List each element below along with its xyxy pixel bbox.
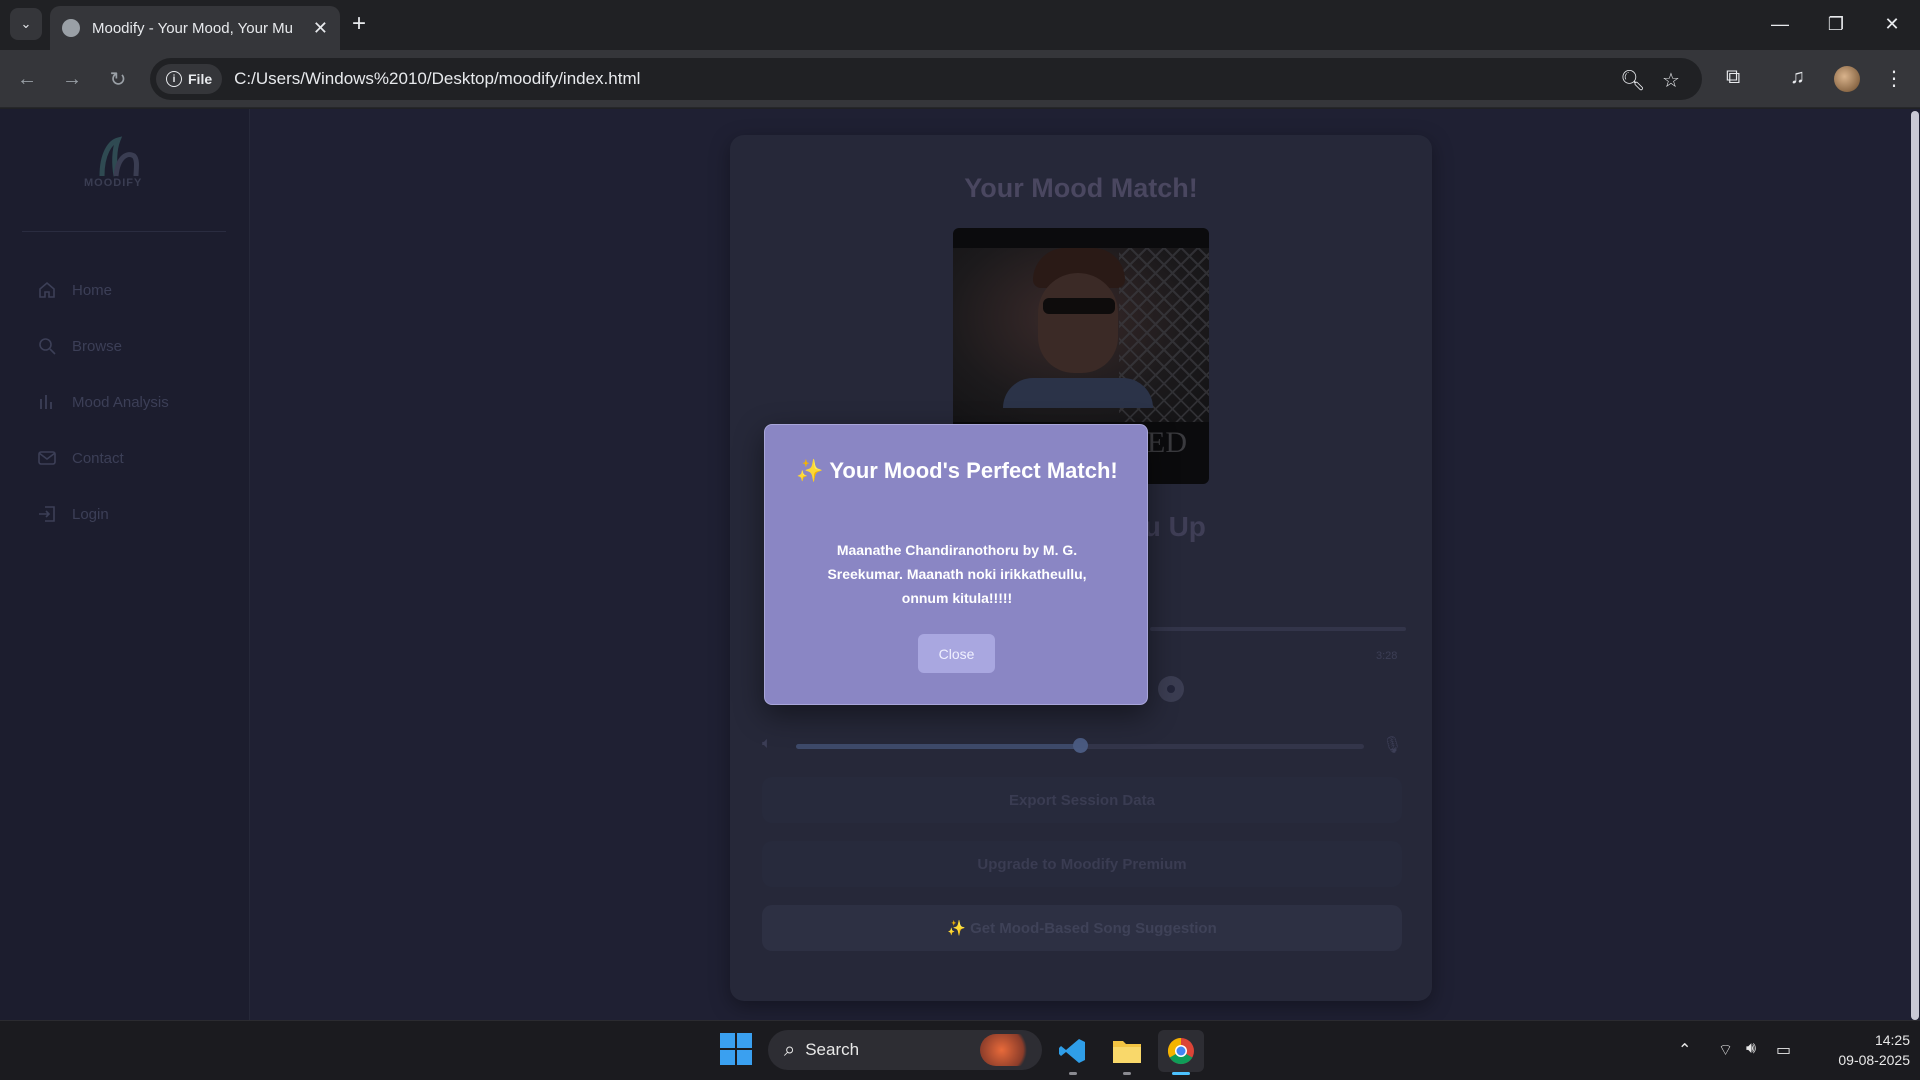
- modal-close-button[interactable]: Close: [918, 634, 995, 673]
- sidebar-item-home[interactable]: Home: [36, 279, 112, 301]
- player-control-button[interactable]: [1158, 676, 1184, 702]
- volume-tray-icon[interactable]: 🔊︎: [1746, 1040, 1756, 1058]
- song-progress-bar[interactable]: [1150, 627, 1406, 631]
- chart-icon: [36, 391, 58, 413]
- sidebar-item-contact[interactable]: Contact: [36, 447, 124, 469]
- vscode-running-indicator: [1069, 1072, 1077, 1075]
- song-suggestion-button[interactable]: ✨ Get Mood-Based Song Suggestion: [762, 905, 1402, 951]
- album-face: [1038, 273, 1118, 373]
- clock-time: 14:25: [1874, 1032, 1910, 1048]
- forward-button[interactable]: →: [57, 64, 87, 94]
- restore-button[interactable]: ❐: [1808, 0, 1864, 48]
- close-window-button[interactable]: ✕: [1864, 0, 1920, 48]
- upgrade-premium-button[interactable]: Upgrade to Moodify Premium: [762, 841, 1402, 887]
- system-clock[interactable]: 14:25 09-08-2025: [1810, 1030, 1910, 1070]
- minimize-button[interactable]: —: [1752, 0, 1808, 48]
- taskbar-search-label: Search: [805, 1040, 860, 1059]
- card-title: Your Mood Match!: [964, 173, 1198, 203]
- reload-button[interactable]: ↻: [103, 64, 133, 94]
- sidebar-item-mood-analysis[interactable]: Mood Analysis: [36, 391, 169, 413]
- info-icon: i: [166, 71, 182, 87]
- new-tab-button[interactable]: +: [352, 10, 366, 38]
- extensions-icon[interactable]: ⧉: [1726, 66, 1740, 89]
- volume-slider-fill: [796, 744, 1080, 749]
- site-chip-label: File: [188, 71, 213, 87]
- tab-title: Moodify - Your Mood, Your Mu: [92, 19, 293, 37]
- close-tab-icon[interactable]: ✕: [313, 18, 328, 39]
- sidebar-item-login[interactable]: Login: [36, 503, 109, 525]
- media-control-icon[interactable]: ♫: [1790, 66, 1805, 89]
- tab-strip: ⌄ Moodify - Your Mood, Your Mu ✕ + — ❐ ✕: [0, 0, 1920, 50]
- window-controls: — ❐ ✕: [1752, 0, 1920, 48]
- sidebar-divider: [22, 231, 226, 232]
- explorer-running-indicator: [1123, 1072, 1131, 1075]
- microphone-icon[interactable]: 🎙︎: [1382, 735, 1402, 755]
- web-page: MOODIFY Home Browse Mood Analysis Contac…: [0, 109, 1920, 1020]
- site-info-chip[interactable]: i File: [156, 64, 223, 94]
- volume-icon[interactable]: 🔈︎: [762, 735, 772, 753]
- address-bar[interactable]: i File C:/Users/Windows%2010/Desktop/moo…: [150, 58, 1702, 100]
- chrome-active-indicator: [1172, 1072, 1190, 1075]
- zoom-icon[interactable]: 🔍︎: [1620, 68, 1645, 93]
- back-button[interactable]: ←: [12, 64, 42, 94]
- search-highlight-art: [980, 1034, 1034, 1066]
- vscode-icon[interactable]: [1050, 1030, 1096, 1072]
- globe-icon: [62, 19, 80, 37]
- wifi-icon[interactable]: ⌔: [1718, 1040, 1733, 1060]
- url-text[interactable]: C:/Users/Windows%2010/Desktop/moodify/in…: [234, 69, 640, 89]
- battery-icon[interactable]: ▭: [1776, 1040, 1791, 1060]
- chrome-icon[interactable]: [1158, 1030, 1204, 1072]
- search-icon: [36, 335, 58, 357]
- search-icon: ⌕: [784, 1038, 796, 1061]
- mail-icon: [36, 447, 58, 469]
- sidebar-item-label: Contact: [72, 449, 124, 467]
- sidebar-item-label: Mood Analysis: [72, 393, 169, 411]
- login-icon: [36, 503, 58, 525]
- profile-avatar[interactable]: [1834, 66, 1860, 92]
- windows-start-icon[interactable]: [720, 1033, 752, 1065]
- mood-match-modal: ✨ Your Mood's Perfect Match! Maanathe Ch…: [764, 424, 1148, 705]
- album-shirt: [1003, 378, 1153, 408]
- logo-text: MOODIFY: [84, 177, 143, 189]
- menu-icon[interactable]: ⋮: [1884, 66, 1904, 91]
- bookmark-star-icon[interactable]: ☆: [1662, 68, 1680, 93]
- active-tab[interactable]: Moodify - Your Mood, Your Mu ✕: [50, 6, 340, 50]
- home-icon: [36, 279, 58, 301]
- sidebar-item-label: Login: [72, 505, 109, 523]
- album-caption: ED: [1147, 426, 1187, 459]
- sidebar-item-label: Browse: [72, 337, 123, 355]
- moodify-logo: [99, 136, 139, 177]
- scrollbar-thumb[interactable]: [1911, 111, 1919, 1020]
- sidebar: MOODIFY Home Browse Mood Analysis Contac…: [0, 109, 250, 1020]
- export-session-button[interactable]: Export Session Data: [762, 777, 1402, 823]
- album-sunglasses: [1043, 298, 1115, 314]
- sidebar-item-browse[interactable]: Browse: [36, 335, 122, 357]
- volume-slider-thumb[interactable]: [1073, 738, 1088, 753]
- tray-overflow-icon[interactable]: ⌃: [1678, 1040, 1691, 1060]
- sidebar-item-label: Home: [72, 281, 113, 299]
- modal-title: ✨ Your Mood's Perfect Match!: [796, 458, 1118, 483]
- song-duration: 3:28: [1376, 650, 1398, 662]
- file-explorer-icon[interactable]: [1104, 1030, 1150, 1072]
- clock-date: 09-08-2025: [1838, 1052, 1910, 1068]
- modal-message: Maanathe Chandiranothoru by M. G. Sreeku…: [827, 542, 1087, 606]
- tab-search-button[interactable]: ⌄: [10, 8, 42, 40]
